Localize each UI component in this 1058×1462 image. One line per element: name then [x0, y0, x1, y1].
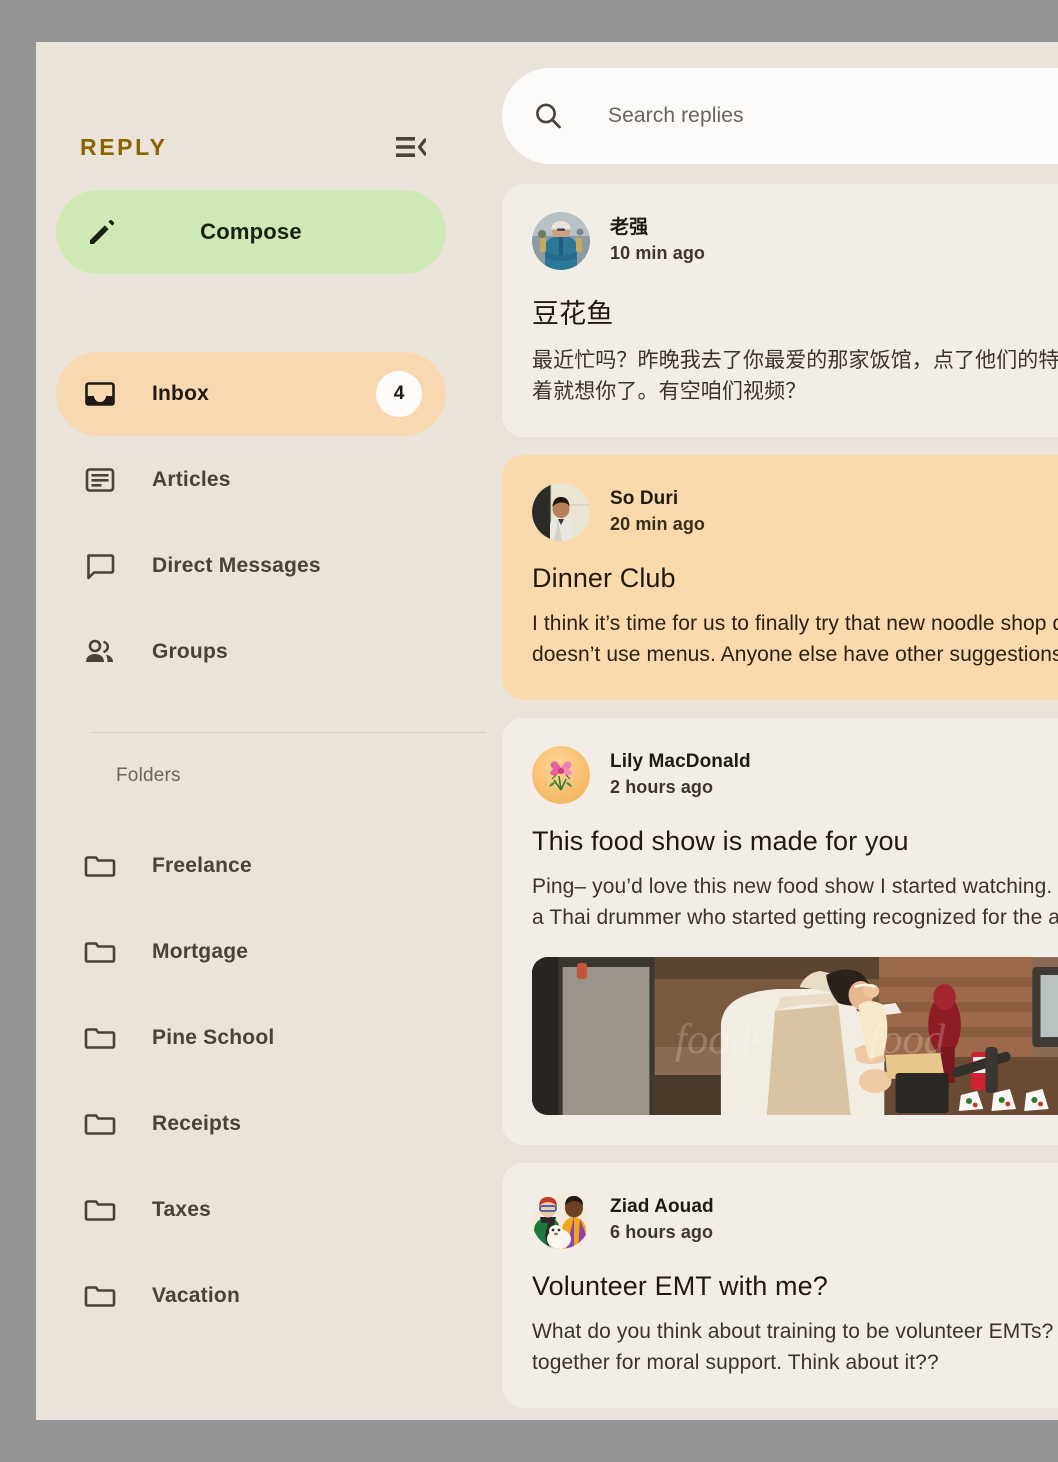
search-bar[interactable]	[502, 68, 1058, 164]
sidebar-folder-label: Mortgage	[152, 940, 249, 963]
email-preview: 最近忙吗？昨晚我去了你最爱的那家饭馆，点了他们的特色 着就想你了。有空咱们视频？	[532, 349, 1058, 403]
email-list-item[interactable]: Lily MacDonald 2 hours ago This food sho…	[502, 718, 1058, 1145]
email-sender: Lily MacDonald	[610, 751, 751, 773]
folder-icon	[84, 1022, 116, 1054]
email-preview: What do you think about training to be v…	[532, 1320, 1054, 1374]
folder-icon	[84, 850, 116, 882]
email-header: So Duri 20 min ago	[532, 483, 1058, 541]
sidebar-folder-vacation[interactable]: Vacation	[56, 1253, 446, 1339]
email-subject: Volunteer EMT with me?	[532, 1271, 828, 1301]
inbox-icon	[84, 378, 116, 410]
email-header: Lily MacDonald 2 hours ago	[532, 746, 1058, 804]
avatar	[532, 483, 590, 541]
svg-text:food: food	[869, 1016, 946, 1063]
reply-app-window: REPLY Compose Inbox 4 Articles Direct Me…	[36, 42, 1058, 1420]
sidebar-folder-list: Freelance Mortgage Pine School Receipts …	[56, 823, 446, 1339]
chat-bubble-icon	[84, 550, 116, 582]
email-preview: I think it’s time for us to finally try …	[532, 612, 1058, 666]
email-subject: Dinner Club	[532, 563, 676, 593]
folders-section-label: Folders	[116, 765, 181, 786]
email-sender: So Duri	[610, 488, 679, 510]
sidebar-item-label: Groups	[152, 640, 228, 663]
email-meta: Lily MacDonald 2 hours ago	[610, 750, 751, 800]
email-header: 老强 10 min ago	[532, 212, 1058, 270]
avatar	[532, 212, 590, 270]
sidebar-folder-mortgage[interactable]: Mortgage	[56, 909, 446, 995]
sidebar-folder-label: Vacation	[152, 1284, 240, 1307]
app-logo-text: REPLY	[80, 133, 168, 160]
folder-icon	[84, 1108, 116, 1140]
svg-text:foods: foods	[675, 1016, 768, 1063]
folder-icon	[84, 1280, 116, 1312]
email-list-item-selected[interactable]: So Duri 20 min ago Dinner Club I think i…	[502, 455, 1058, 700]
sidebar-item-groups[interactable]: Groups	[56, 610, 446, 694]
sidebar-folder-freelance[interactable]: Freelance	[56, 823, 446, 909]
avatar	[532, 746, 590, 804]
sidebar-folder-pine-school[interactable]: Pine School	[56, 995, 446, 1081]
search-icon	[532, 100, 564, 132]
email-meta: Ziad Aouad 6 hours ago	[610, 1195, 714, 1245]
sidebar: REPLY Compose Inbox 4 Articles Direct Me…	[36, 42, 486, 1420]
sidebar-item-direct-messages[interactable]: Direct Messages	[56, 524, 446, 608]
sidebar-item-label: Direct Messages	[152, 554, 321, 577]
menu-open-icon[interactable]	[396, 135, 427, 159]
email-meta: So Duri 20 min ago	[610, 487, 705, 537]
inbox-unread-badge: 4	[376, 371, 422, 417]
email-list-item[interactable]: 老强 10 min ago 豆花鱼 最近忙吗？昨晚我去了你最爱的那家饭馆，点了他…	[502, 184, 1058, 437]
avatar	[532, 1191, 590, 1249]
article-icon	[84, 464, 116, 496]
sidebar-folder-label: Taxes	[152, 1198, 211, 1221]
pencil-icon	[86, 216, 118, 248]
email-list-item[interactable]: Ziad Aouad 6 hours ago Volunteer EMT wit…	[502, 1163, 1058, 1408]
people-icon	[84, 636, 116, 668]
sidebar-folder-receipts[interactable]: Receipts	[56, 1081, 446, 1167]
search-input[interactable]	[606, 103, 1050, 129]
email-subject: 豆花鱼	[532, 299, 614, 329]
folder-icon	[84, 936, 116, 968]
sidebar-folder-label: Pine School	[152, 1026, 275, 1049]
email-preview: Ping– you’d love this new food show I st…	[532, 875, 1058, 929]
sidebar-item-label: Inbox	[152, 382, 209, 405]
email-timestamp: 2 hours ago	[610, 776, 714, 797]
sidebar-header: REPLY	[80, 130, 427, 164]
email-timestamp: 10 min ago	[610, 242, 706, 263]
email-header: Ziad Aouad 6 hours ago	[532, 1191, 1058, 1249]
email-sender: 老强	[610, 217, 649, 239]
compose-button[interactable]: Compose	[56, 190, 446, 274]
sidebar-item-inbox[interactable]: Inbox 4	[56, 352, 446, 436]
main-content: 老强 10 min ago 豆花鱼 最近忙吗？昨晚我去了你最爱的那家饭馆，点了他…	[466, 42, 1058, 1420]
sidebar-folder-label: Freelance	[152, 854, 252, 877]
sidebar-folder-label: Receipts	[152, 1112, 242, 1135]
sidebar-divider	[92, 732, 486, 733]
email-subject: This food show is made for you	[532, 826, 909, 856]
sidebar-item-label: Articles	[152, 468, 231, 491]
sidebar-item-articles[interactable]: Articles	[56, 438, 446, 522]
folder-icon	[84, 1194, 116, 1226]
email-list: 老强 10 min ago 豆花鱼 最近忙吗？昨晚我去了你最爱的那家饭馆，点了他…	[502, 184, 1058, 1420]
email-meta: 老强 10 min ago	[610, 216, 705, 266]
sidebar-folder-taxes[interactable]: Taxes	[56, 1167, 446, 1253]
email-timestamp: 20 min ago	[610, 513, 706, 534]
email-attachment-image[interactable]: foods food	[532, 957, 1058, 1115]
email-timestamp: 6 hours ago	[610, 1221, 714, 1242]
email-sender: Ziad Aouad	[610, 1196, 714, 1218]
sidebar-nav-list: Inbox 4 Articles Direct Messages Groups	[56, 352, 446, 696]
